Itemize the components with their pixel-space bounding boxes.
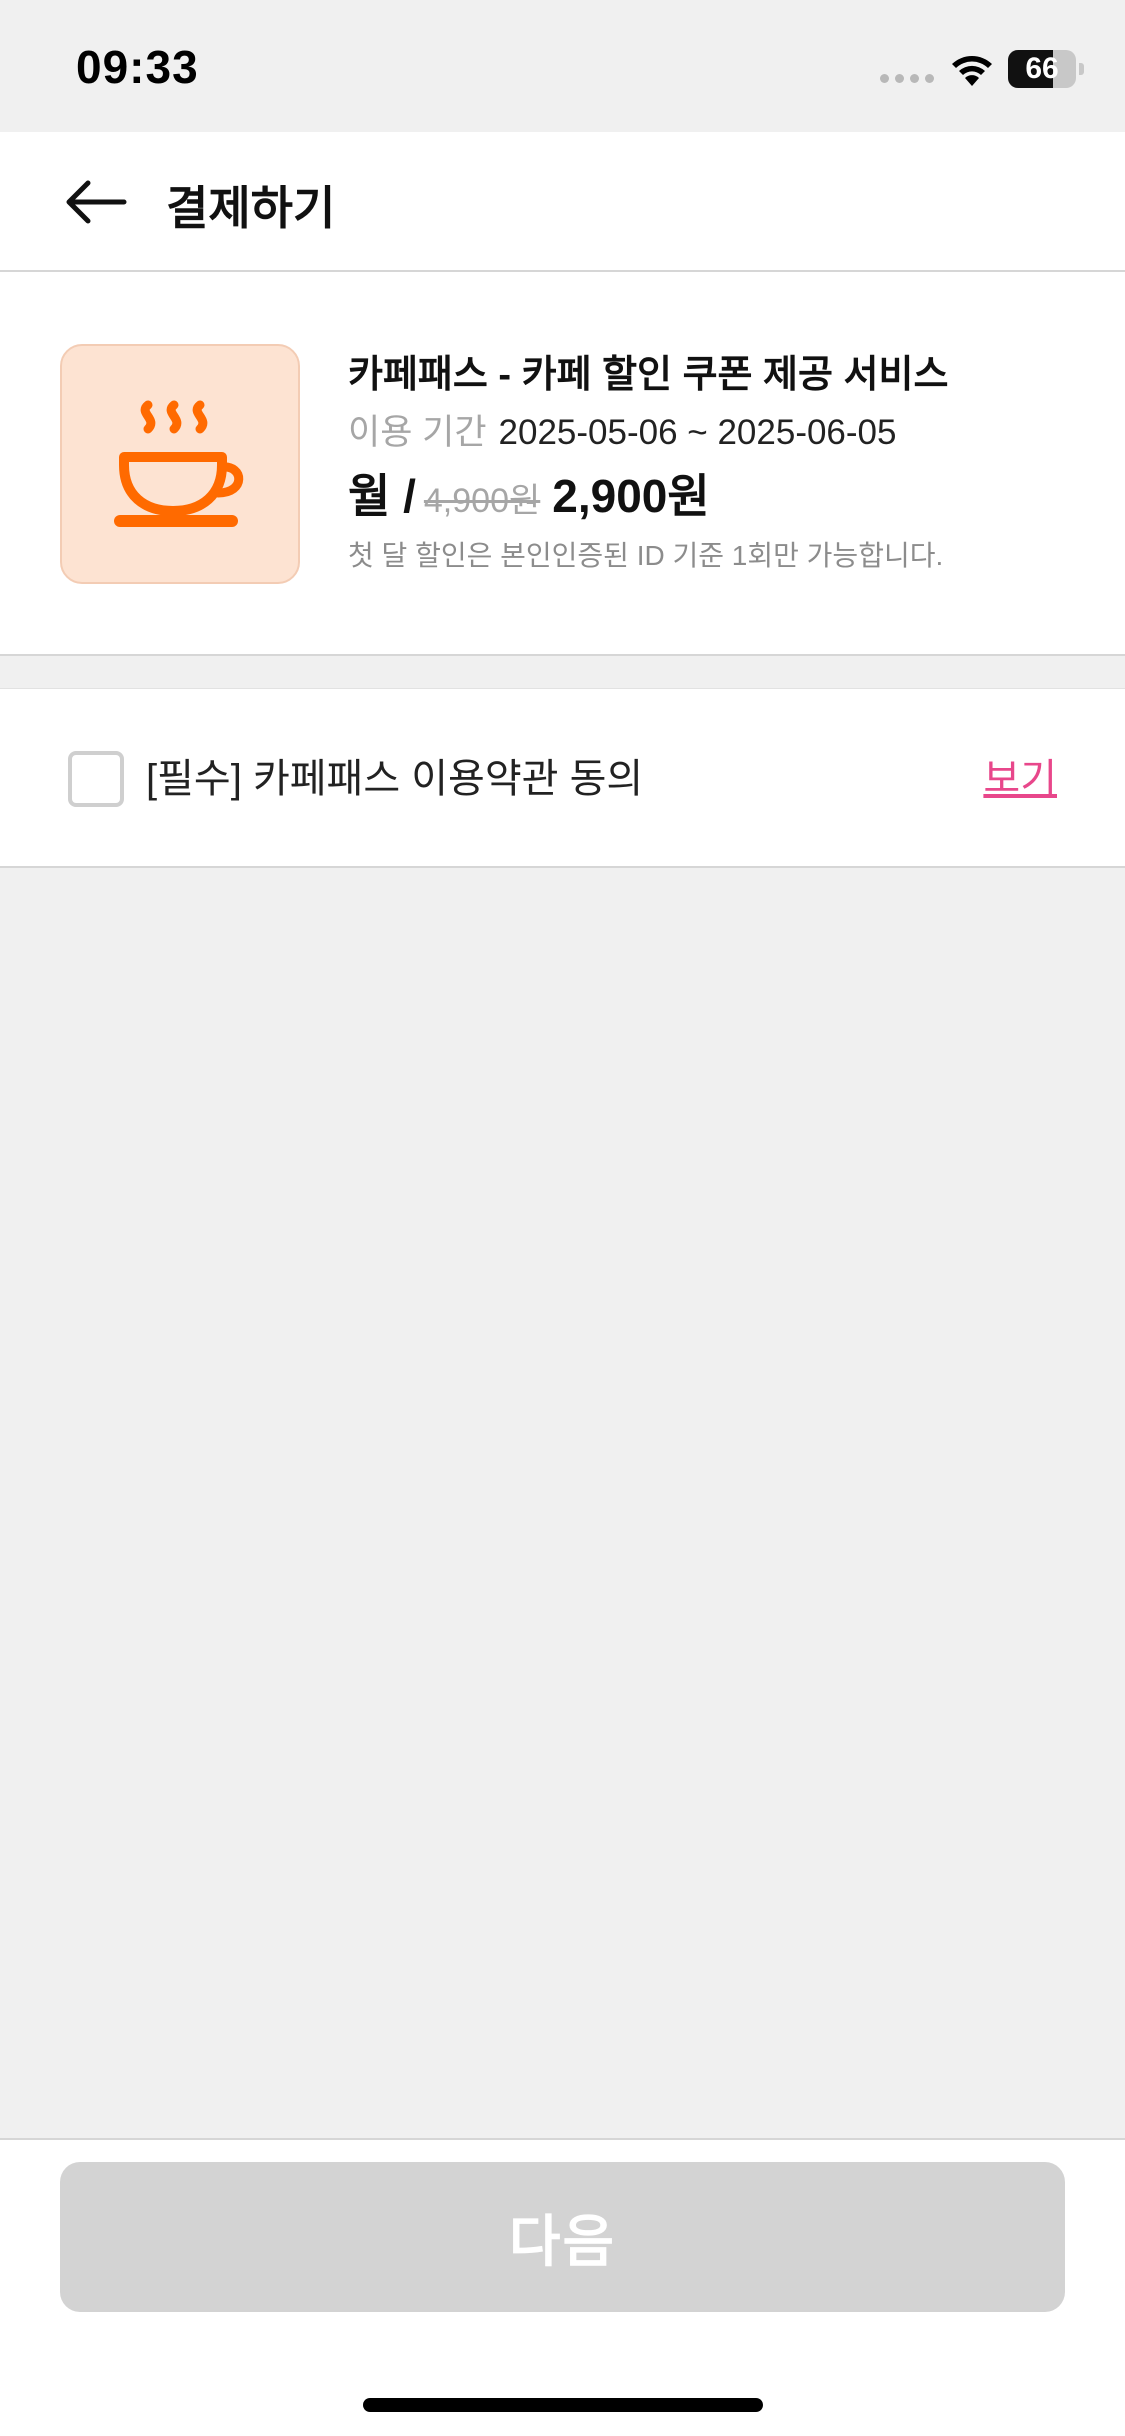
product-thumbnail xyxy=(60,344,300,584)
price-current: 2,900원 xyxy=(552,470,710,522)
top-nav-header: 결제하기 xyxy=(0,132,1125,272)
battery-level: 66 xyxy=(1025,52,1059,85)
coffee-cup-icon xyxy=(114,400,244,527)
home-indicator xyxy=(363,2398,763,2412)
cellular-signal-icon xyxy=(880,74,934,83)
payment-screen: 09:33 66 결제하기 카페패스 - 카페 할인 쿠폰 제공 서비스 이용 … xyxy=(0,0,1125,2436)
usage-period-label: 이용 기간 xyxy=(348,413,487,452)
price-row: 월 /4,900원 2,900원 xyxy=(348,464,1088,528)
terms-view-link[interactable]: 보기 xyxy=(983,751,1057,807)
page-title: 결제하기 xyxy=(166,182,336,234)
bottom-action-bar: 다음 xyxy=(0,2138,1125,2436)
status-time: 09:33 xyxy=(76,41,199,93)
price-unit: 월 / xyxy=(348,470,416,522)
product-info: 카페패스 - 카페 할인 쿠폰 제공 서비스 이용 기간 2025-05-06 ~… xyxy=(348,350,1088,574)
terms-checkbox[interactable] xyxy=(68,751,124,807)
back-button[interactable] xyxy=(56,162,136,242)
discount-note: 첫 달 할인은 본인인증된 ID 기준 1회만 가능합니다. xyxy=(348,540,944,571)
terms-agreement-row: [필수] 카페패스 이용약관 동의 보기 xyxy=(0,688,1125,868)
price-original: 4,900원 xyxy=(423,482,541,520)
status-bar: 09:33 66 xyxy=(0,0,1125,132)
wifi-icon xyxy=(952,56,992,86)
product-name: 카페패스 - 카페 할인 쿠폰 제공 서비스 xyxy=(348,354,949,396)
arrow-left-icon xyxy=(66,180,127,224)
usage-period-value: 2025-05-06 ~ 2025-06-05 xyxy=(498,413,897,452)
product-summary-card: 카페패스 - 카페 할인 쿠폰 제공 서비스 이용 기간 2025-05-06 ~… xyxy=(0,272,1125,656)
battery-icon: 66 xyxy=(1008,50,1084,88)
terms-label[interactable]: [필수] 카페패스 이용약관 동의 xyxy=(146,751,643,807)
usage-period: 이용 기간 2025-05-06 ~ 2025-06-05 xyxy=(348,410,1088,456)
next-button[interactable]: 다음 xyxy=(60,2162,1065,2312)
